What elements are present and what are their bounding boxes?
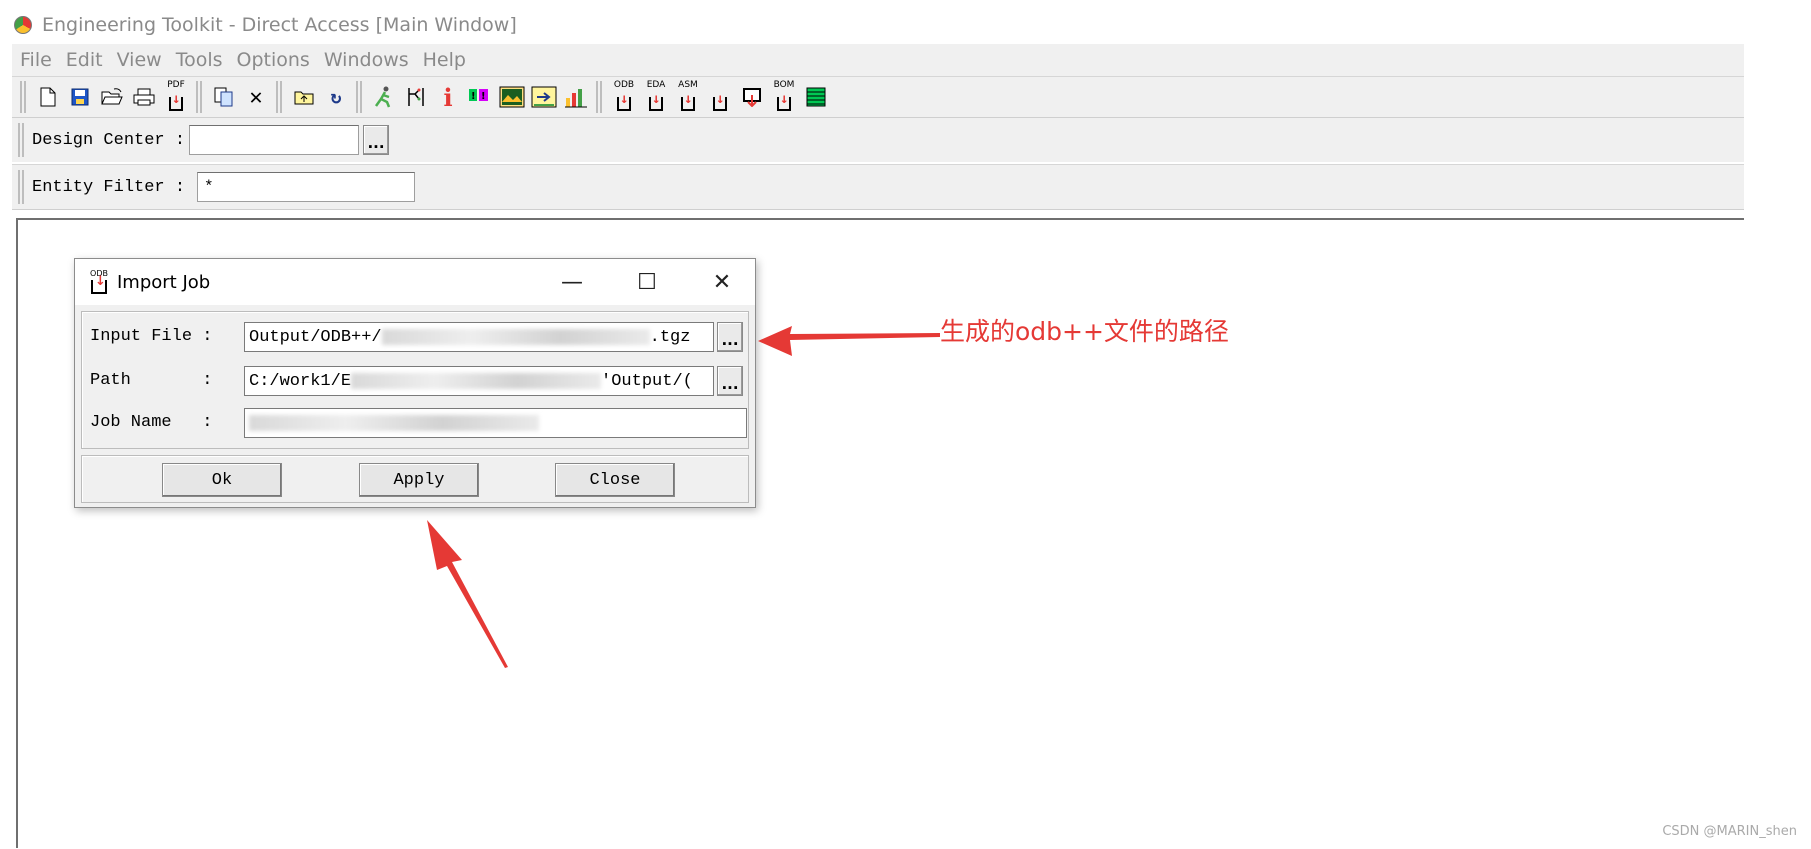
input-file-label: Input File :	[90, 327, 213, 346]
minimize-button[interactable]: —	[537, 259, 607, 305]
redacted-text	[381, 328, 650, 345]
toolbar-grip[interactable]	[18, 170, 24, 204]
app-logo-icon	[14, 16, 32, 34]
close-window-button[interactable]: ✕	[687, 259, 757, 305]
open-folder-icon[interactable]	[96, 81, 128, 113]
input-file-field[interactable]: Output/ODB++/ .tgz	[244, 322, 714, 352]
entity-filter-bar: Entity Filter :	[12, 164, 1744, 210]
refresh-icon[interactable]: ↻	[320, 81, 352, 113]
odb-import-icon[interactable]: ODB	[608, 81, 640, 113]
save-icon[interactable]	[64, 81, 96, 113]
toolbar-grip[interactable]	[196, 81, 202, 113]
menu-tools[interactable]: Tools	[176, 49, 223, 71]
watermark: CSDN @MARIN_shen	[1662, 824, 1797, 839]
redacted-text	[249, 414, 539, 431]
dialog-title-bar[interactable]: ODB Import Job — ☐ ✕	[75, 259, 755, 305]
menu-options[interactable]: Options	[237, 49, 310, 71]
redacted-text	[351, 372, 602, 389]
job-name-row: Job Name :	[82, 406, 748, 440]
image-icon[interactable]	[496, 81, 528, 113]
menu-edit[interactable]: Edit	[66, 49, 103, 71]
input-file-value-suffix: .tgz	[649, 328, 691, 347]
main-toolbar: PDF ✕ ↻ i !! ODB EDA ASM BOM	[12, 76, 1744, 118]
import-icon[interactable]	[704, 81, 736, 113]
dialog-button-bar: Ok Apply Close	[81, 455, 749, 503]
path-value-suffix: 'Output/(	[601, 372, 693, 391]
run-icon[interactable]	[368, 81, 400, 113]
chart-icon[interactable]	[560, 81, 592, 113]
dialog-fields-panel: Input File : Output/ODB++/ .tgz ... Path …	[81, 311, 749, 449]
window-title-bar: Engineering Toolkit - Direct Access [Mai…	[14, 10, 517, 40]
export-icon[interactable]	[528, 81, 560, 113]
folder-up-icon[interactable]	[288, 81, 320, 113]
svg-text:!: !	[471, 91, 476, 102]
entity-filter-input[interactable]	[197, 172, 416, 202]
menu-file[interactable]: File	[20, 49, 52, 71]
menu-bar: File Edit View Tools Options Windows Hel…	[12, 44, 1744, 76]
svg-text:!: !	[481, 91, 486, 102]
ok-button[interactable]: Ok	[162, 463, 282, 497]
input-file-browse-button[interactable]: ...	[717, 322, 743, 352]
print-icon[interactable]	[128, 81, 160, 113]
delete-icon[interactable]: ✕	[240, 81, 272, 113]
pdf-export-icon[interactable]: PDF	[160, 81, 192, 113]
toolbar-grip[interactable]	[276, 81, 282, 113]
toolbar-grip[interactable]	[18, 123, 24, 157]
input-file-value-prefix: Output/ODB++/	[249, 328, 382, 347]
export-down-icon[interactable]	[736, 81, 768, 113]
menu-view[interactable]: View	[117, 49, 162, 71]
maximize-button[interactable]: ☐	[612, 259, 682, 305]
dialog-title: Import Job	[117, 271, 211, 293]
path-label: Path :	[90, 371, 213, 390]
new-file-icon[interactable]	[32, 81, 64, 113]
entity-filter-label: Entity Filter :	[32, 177, 186, 197]
import-job-dialog: ODB Import Job — ☐ ✕ Input File : Output…	[74, 258, 756, 508]
design-center-browse-button[interactable]: ...	[363, 125, 390, 155]
copy-icon[interactable]	[208, 81, 240, 113]
info-icon[interactable]: i	[432, 81, 464, 113]
bom-import-icon[interactable]: BOM	[768, 81, 800, 113]
window-title: Engineering Toolkit - Direct Access [Mai…	[42, 14, 517, 36]
tree-icon[interactable]	[400, 81, 432, 113]
eda-import-icon[interactable]: EDA	[640, 81, 672, 113]
flags-icon[interactable]: !!	[464, 81, 496, 113]
toolbar-grip[interactable]	[20, 81, 26, 113]
list-icon[interactable]	[800, 81, 832, 113]
input-file-row: Input File : Output/ODB++/ .tgz ...	[82, 320, 748, 354]
toolbar-grip[interactable]	[356, 81, 362, 113]
path-row: Path : C:/work1/E 'Output/( ...	[82, 364, 748, 398]
path-browse-button[interactable]: ...	[717, 366, 743, 396]
path-field[interactable]: C:/work1/E 'Output/(	[244, 366, 714, 396]
design-center-label: Design Center :	[32, 130, 186, 150]
menu-help[interactable]: Help	[423, 49, 466, 71]
job-name-label: Job Name :	[90, 413, 213, 432]
odb-import-icon: ODB	[87, 269, 111, 294]
annotation-text: 生成的odb++文件的路径	[940, 317, 1229, 346]
menu-windows[interactable]: Windows	[324, 49, 409, 71]
design-center-bar: Design Center : ...	[12, 118, 1744, 162]
design-center-input[interactable]	[189, 125, 360, 155]
apply-button[interactable]: Apply	[359, 463, 479, 497]
toolbar-grip[interactable]	[596, 81, 602, 113]
path-value-prefix: C:/work1/E	[249, 372, 352, 391]
job-name-field[interactable]	[244, 408, 747, 438]
close-button[interactable]: Close	[555, 463, 675, 497]
asm-import-icon[interactable]: ASM	[672, 81, 704, 113]
